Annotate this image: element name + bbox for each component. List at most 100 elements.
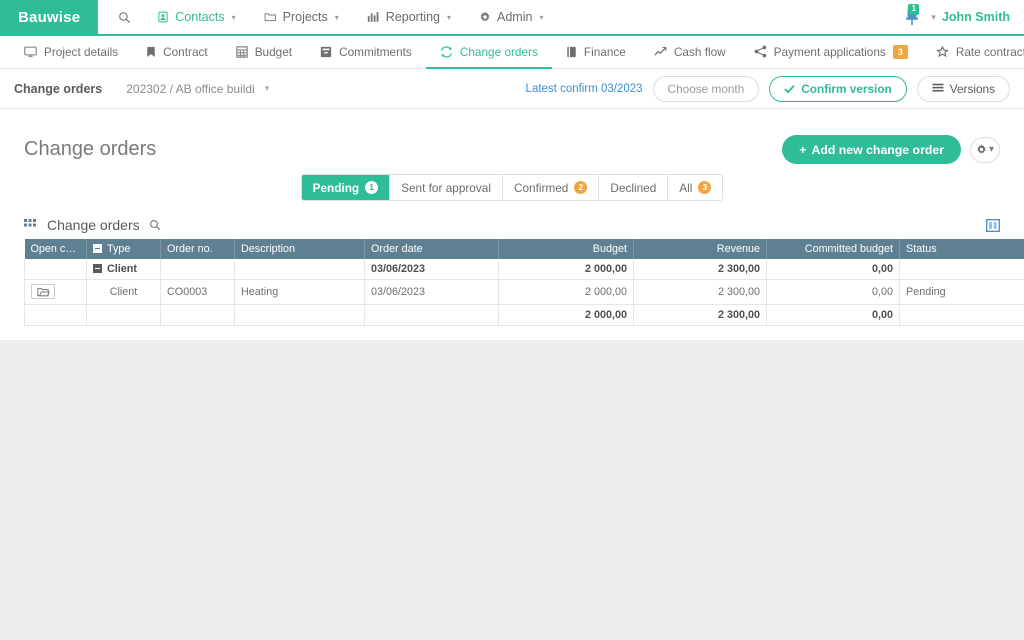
search-icon bbox=[149, 220, 160, 231]
revenue-cell: 2 300,00 bbox=[633, 279, 767, 305]
list-icon bbox=[932, 83, 944, 92]
filter-label: Declined bbox=[610, 180, 657, 195]
contacts-icon bbox=[158, 11, 168, 23]
nav-item-contacts[interactable]: Contacts ▾ bbox=[143, 0, 249, 35]
open-folder-icon[interactable] bbox=[31, 284, 55, 299]
global-search-button[interactable] bbox=[102, 11, 143, 24]
filter-count-badge: 2 bbox=[574, 181, 588, 194]
column-header-order-no[interactable]: Order no. bbox=[160, 239, 235, 259]
tab-label: Budget bbox=[254, 44, 293, 59]
column-header-type[interactable]: Type bbox=[86, 239, 161, 259]
gear-icon bbox=[480, 11, 490, 22]
primary-nav: Contacts ▾ Projects ▾ Reporting ▾ Admin … bbox=[98, 0, 901, 34]
total-order-date-cell bbox=[364, 304, 499, 326]
nav-item-label: Admin bbox=[497, 10, 533, 24]
nav-item-label: Projects bbox=[282, 10, 328, 24]
group-committed-budget-cell: 0,00 bbox=[766, 259, 900, 280]
tab-label: Finance bbox=[583, 44, 626, 59]
collapse-row-icon[interactable] bbox=[93, 263, 102, 273]
tab-label: Payment applications bbox=[773, 44, 886, 59]
tab-label: Cash flow bbox=[673, 44, 726, 59]
add-new-change-order-button[interactable]: + Add new change order bbox=[782, 135, 961, 164]
user-menu[interactable]: ▾ John Smith bbox=[931, 10, 1010, 24]
filter-declined[interactable]: Declined bbox=[599, 175, 669, 200]
tab-payment-applications[interactable]: Payment applications 3 bbox=[740, 36, 922, 69]
column-header-revenue[interactable]: Revenue bbox=[633, 239, 767, 259]
group-order-no-cell bbox=[160, 259, 235, 280]
filter-label: Sent for approval bbox=[401, 180, 491, 195]
folder-icon bbox=[264, 13, 276, 22]
brand-logo[interactable]: Bauwise bbox=[0, 0, 99, 34]
budget-cell: 2 000,00 bbox=[498, 279, 634, 305]
column-header-open-change[interactable]: Open cha... bbox=[24, 239, 87, 259]
total-open-cell bbox=[24, 304, 87, 326]
group-status-cell bbox=[899, 259, 1024, 280]
filter-all[interactable]: All 3 bbox=[668, 175, 723, 200]
filter-confirmed[interactable]: Confirmed 2 bbox=[502, 175, 600, 200]
description-cell: Heating bbox=[234, 279, 365, 305]
bar-chart-icon bbox=[367, 12, 379, 22]
tab-change-orders[interactable]: Change orders bbox=[425, 36, 552, 69]
monitor-icon bbox=[24, 46, 37, 57]
table-row[interactable]: Client CO0003 Heating 03/06/2023 2 000,0… bbox=[24, 279, 1024, 305]
notifications-button[interactable]: 1 bbox=[901, 4, 923, 29]
line-chart-icon bbox=[654, 46, 667, 56]
status-filter-group: Pending 1 Sent for approval Confirmed 2 … bbox=[300, 174, 724, 201]
share-icon bbox=[754, 45, 766, 58]
notification-count-badge: 1 bbox=[908, 4, 920, 15]
column-header-description[interactable]: Description bbox=[234, 239, 365, 259]
column-header-order-date[interactable]: Order date bbox=[364, 239, 499, 259]
choose-month-button[interactable]: Choose month bbox=[652, 75, 760, 102]
column-header-committed-budget[interactable]: Committed budget bbox=[766, 239, 900, 259]
main-content: Change orders + Add new change order ▾ P… bbox=[0, 109, 1024, 340]
grid-search-button[interactable] bbox=[149, 219, 161, 231]
chevron-down-icon: ▾ bbox=[539, 12, 544, 22]
tab-commitments[interactable]: Commitments bbox=[306, 36, 426, 69]
chevron-down-icon: ▾ bbox=[231, 12, 236, 22]
settings-menu-button[interactable]: ▾ bbox=[970, 136, 1000, 163]
page-header-actions: + Add new change order ▾ bbox=[782, 135, 1000, 164]
chevron-down-icon: ▾ bbox=[447, 12, 452, 22]
column-header-budget[interactable]: Budget bbox=[498, 239, 634, 259]
check-icon bbox=[784, 84, 795, 94]
columns-panel-icon bbox=[986, 218, 1000, 232]
book-icon bbox=[567, 46, 576, 57]
tab-finance[interactable]: Finance bbox=[552, 36, 640, 69]
tab-budget[interactable]: Budget bbox=[222, 36, 306, 69]
tab-label: Rate contractors bbox=[955, 44, 1024, 59]
page-header: Change orders + Add new change order ▾ bbox=[24, 109, 1000, 164]
project-toolbar: Change orders 202302 / AB office buildi … bbox=[0, 69, 1024, 109]
tab-rate-contractors[interactable]: Rate contractors bbox=[922, 36, 1024, 69]
refresh-icon bbox=[440, 45, 452, 58]
open-change-order-cell[interactable] bbox=[24, 279, 87, 305]
collapse-group-icon[interactable] bbox=[93, 243, 102, 253]
total-order-no-cell bbox=[160, 304, 235, 326]
grid-panel-toggle[interactable] bbox=[986, 218, 1000, 232]
group-description-cell bbox=[234, 259, 365, 280]
bookmark-icon bbox=[147, 46, 155, 57]
nav-item-reporting[interactable]: Reporting ▾ bbox=[353, 0, 465, 35]
filter-sent-for-approval[interactable]: Sent for approval bbox=[390, 175, 503, 200]
group-revenue-cell: 2 300,00 bbox=[633, 259, 767, 280]
nav-item-projects[interactable]: Projects ▾ bbox=[250, 0, 353, 35]
tab-cash-flow[interactable]: Cash flow bbox=[640, 36, 740, 69]
column-header-status[interactable]: Status bbox=[899, 239, 1024, 259]
add-button-label: Add new change order bbox=[811, 142, 944, 157]
group-type-cell[interactable]: Client bbox=[86, 259, 161, 280]
tab-contract[interactable]: Contract bbox=[132, 36, 222, 69]
top-right-area: 1 ▾ John Smith bbox=[901, 0, 1024, 34]
filter-label: Confirmed bbox=[513, 180, 569, 195]
project-selector[interactable]: 202302 / AB office buildi ▾ bbox=[126, 82, 269, 96]
table-group-row[interactable]: Client 03/06/2023 2 000,00 2 300,00 0,00 bbox=[24, 259, 1024, 280]
latest-confirm-link[interactable]: Latest confirm 03/2023 bbox=[526, 83, 643, 95]
total-committed-budget-cell: 0,00 bbox=[766, 304, 900, 326]
tab-project-details[interactable]: Project details bbox=[10, 36, 132, 69]
gear-icon bbox=[977, 144, 986, 154]
versions-label: Versions bbox=[949, 81, 995, 96]
nav-item-admin[interactable]: Admin ▾ bbox=[465, 0, 557, 35]
versions-button[interactable]: Versions bbox=[916, 75, 1010, 102]
filter-pending[interactable]: Pending 1 bbox=[301, 175, 391, 200]
confirm-version-button[interactable]: Confirm version bbox=[769, 75, 907, 102]
filter-count-badge: 1 bbox=[365, 181, 379, 194]
filter-count-badge: 3 bbox=[698, 181, 712, 194]
